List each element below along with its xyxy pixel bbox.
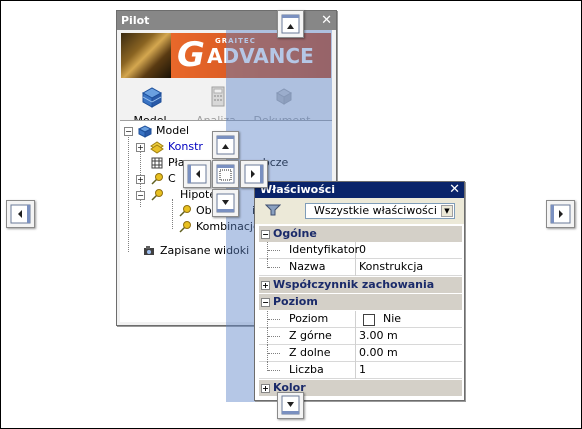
property-name: Z górne bbox=[289, 329, 332, 342]
dock-center-fill-icon bbox=[216, 164, 235, 184]
property-row-nazwa[interactable]: Nazwa Konstrukcja bbox=[259, 259, 462, 276]
close-icon[interactable]: ✕ bbox=[321, 11, 332, 30]
grid-icon bbox=[151, 157, 163, 169]
dock-bottom-icon bbox=[281, 395, 300, 415]
category-poziom[interactable]: − Poziom bbox=[259, 294, 462, 310]
banner-photo bbox=[121, 33, 171, 78]
category-label: Ogólne bbox=[273, 227, 317, 240]
category-label: Poziom bbox=[273, 295, 318, 308]
dock-top-icon bbox=[281, 14, 300, 34]
dock-top-button[interactable] bbox=[277, 10, 304, 38]
property-value: 3.00 m bbox=[359, 329, 398, 342]
dock-center-bottom-icon bbox=[216, 193, 235, 213]
collapse-icon[interactable]: − bbox=[261, 298, 270, 307]
collapse-icon[interactable]: − bbox=[261, 230, 270, 239]
property-value: 0.00 m bbox=[359, 346, 398, 359]
dock-compass bbox=[183, 131, 269, 217]
collapse-icon[interactable]: − bbox=[136, 191, 145, 200]
property-value: 0 bbox=[359, 243, 366, 256]
property-row-poziom[interactable]: Poziom Nie bbox=[259, 311, 462, 328]
category-ogolne[interactable]: − Ogólne bbox=[259, 226, 462, 242]
property-value: 1 bbox=[359, 363, 366, 376]
banner-g-letter: G bbox=[177, 35, 205, 75]
property-name: Poziom bbox=[289, 312, 329, 325]
chevron-down-icon[interactable]: ▼ bbox=[441, 205, 453, 217]
tree-label-obciazenia: C bbox=[168, 172, 176, 185]
property-row-liczba[interactable]: Liczba 1 bbox=[259, 362, 462, 379]
close-icon[interactable]: ✕ bbox=[449, 182, 460, 198]
properties-titlebar[interactable]: Właściwości ✕ bbox=[255, 182, 464, 198]
dock-center-bottom-button[interactable] bbox=[212, 189, 239, 217]
dock-left-button[interactable] bbox=[6, 200, 35, 228]
dock-left-icon bbox=[10, 204, 31, 224]
property-value: Konstrukcja bbox=[359, 260, 424, 273]
dock-center-top-button[interactable] bbox=[212, 131, 239, 159]
properties-toolbar: Wszystkie właściwości ▼ bbox=[255, 198, 464, 224]
collapse-icon[interactable]: − bbox=[124, 127, 133, 136]
filter-dropdown-value: Wszystkie właściwości bbox=[314, 204, 437, 217]
camera-icon bbox=[144, 246, 154, 255]
category-wspolczynnik[interactable]: + Współczynnik zachowania bbox=[259, 277, 462, 293]
load-icon bbox=[151, 173, 163, 185]
dock-bottom-button[interactable] bbox=[277, 392, 304, 419]
expand-icon[interactable]: + bbox=[261, 384, 270, 393]
structure-icon bbox=[150, 141, 164, 154]
dock-center-fill-button[interactable] bbox=[212, 160, 239, 188]
properties-panel: Właściwości ✕ Wszystkie właściwości ▼ − … bbox=[254, 181, 465, 401]
filter-dropdown[interactable]: Wszystkie właściwości ▼ bbox=[305, 203, 455, 219]
load-icon bbox=[179, 221, 191, 233]
dock-center-left-button[interactable] bbox=[183, 160, 211, 188]
dock-center-right-icon bbox=[244, 164, 264, 184]
property-row-identyfikator[interactable]: Identyfikator 0 bbox=[259, 242, 462, 259]
property-row-z-dolne[interactable]: Z dolne 0.00 m bbox=[259, 345, 462, 362]
load-icon bbox=[151, 189, 163, 201]
pilot-title: Pilot bbox=[121, 14, 150, 27]
property-name: Identyfikator bbox=[289, 243, 360, 256]
expand-icon[interactable]: + bbox=[136, 175, 145, 184]
property-row-z-gorne[interactable]: Z górne 3.00 m bbox=[259, 328, 462, 345]
expand-icon[interactable]: + bbox=[261, 281, 270, 290]
model-icon bbox=[138, 125, 152, 138]
property-value: Nie bbox=[383, 312, 402, 325]
property-name: Z dolne bbox=[289, 346, 331, 359]
dock-right-button[interactable] bbox=[546, 200, 575, 228]
dock-center-left-icon bbox=[187, 164, 207, 184]
property-name: Nazwa bbox=[289, 260, 326, 273]
property-name: Liczba bbox=[289, 363, 324, 376]
dock-right-icon bbox=[550, 204, 571, 224]
category-label: Współczynnik zachowania bbox=[273, 278, 435, 291]
model-icon bbox=[141, 87, 163, 108]
expand-icon[interactable]: + bbox=[136, 143, 145, 152]
properties-title: Właściwości bbox=[260, 183, 336, 196]
dock-center-right-button[interactable] bbox=[240, 160, 268, 188]
dock-center-top-icon bbox=[216, 135, 235, 155]
poziom-checkbox[interactable] bbox=[363, 314, 375, 326]
